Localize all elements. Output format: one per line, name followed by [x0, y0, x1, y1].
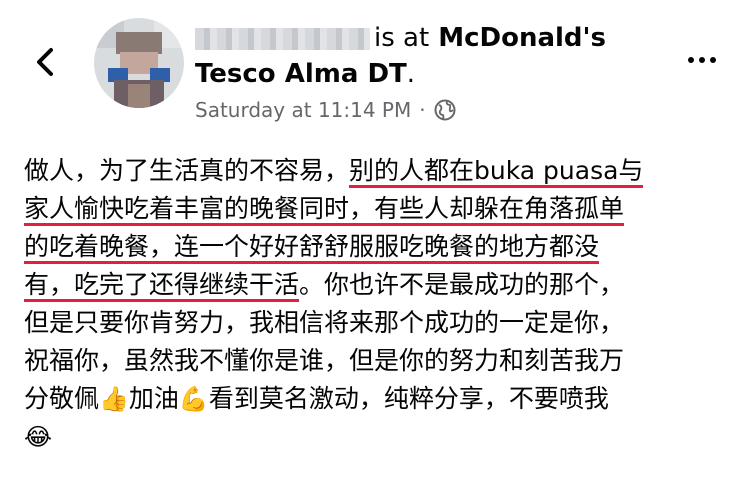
post-line-5: 但是只要你肯努力，我相信将来那个成功的一定是你， — [24, 308, 625, 337]
post-line-6: 祝福你，虽然我不懂你是谁，但是你的努力和刻苦我万 — [24, 346, 625, 375]
post-line-4: 有，吃完了还得继续干活。你也许不是最成功的那个， — [24, 266, 724, 304]
highlighted-text: 有，吃完了还得继续干活 — [24, 270, 300, 302]
post-timestamp[interactable]: Saturday at 11:14 PM — [195, 96, 411, 124]
more-icon — [688, 57, 694, 63]
highlighted-text: 的吃着晚餐，连一个好好舒舒服服吃晚餐的地方都没 — [24, 232, 600, 264]
highlighted-text: 家人愉快吃着丰富的晚餐同时，有些人却躲在角落孤单 — [24, 194, 625, 226]
back-button[interactable] — [28, 40, 62, 84]
post-view: is at McDonald's Tesco Alma DT. Saturday… — [0, 0, 749, 477]
post-line-7: 分敬佩👍加油💪看到莫名激动，纯粹分享，不要喷我 — [24, 384, 609, 413]
meta-separator: · — [419, 98, 426, 122]
header-title-line-1: is at McDonald's — [195, 20, 665, 56]
chevron-left-icon — [37, 48, 53, 76]
place-name-part-2[interactable]: Tesco Alma DT — [195, 59, 407, 89]
title-period: . — [406, 59, 416, 89]
tears-of-joy-icon: 😂 — [24, 423, 53, 451]
author-name-redacted[interactable] — [195, 27, 370, 50]
post-text: 做人，为了生活真的不容易，别的人都在buka puasa与 家人愉快吃着丰富的晚… — [24, 152, 724, 456]
place-name-part-1[interactable]: McDonald's — [438, 23, 606, 53]
post-line-1: 做人，为了生活真的不容易，别的人都在buka puasa与 — [24, 152, 724, 190]
flexed-biceps-icon: 💪 — [178, 385, 209, 413]
post-line-3: 的吃着晚餐，连一个好好舒舒服服吃晚餐的地方都没 — [24, 228, 724, 266]
post-meta: Saturday at 11:14 PM · — [195, 96, 665, 124]
checkin-text: is at — [374, 23, 430, 53]
more-options-button[interactable] — [680, 48, 724, 72]
avatar-blurred-image — [94, 18, 184, 108]
post-header: is at McDonald's Tesco Alma DT. Saturday… — [195, 20, 665, 124]
globe-icon[interactable] — [434, 99, 456, 121]
thumbs-up-icon: 👍 — [99, 385, 129, 413]
post-line-2: 家人愉快吃着丰富的晚餐同时，有些人却躲在角落孤单 — [24, 190, 724, 228]
avatar[interactable] — [94, 18, 184, 108]
post-line-8: 😂 — [24, 418, 724, 456]
highlighted-text: 别的人都在buka puasa与 — [349, 156, 644, 188]
header-title-line-2: Tesco Alma DT. — [195, 56, 665, 92]
